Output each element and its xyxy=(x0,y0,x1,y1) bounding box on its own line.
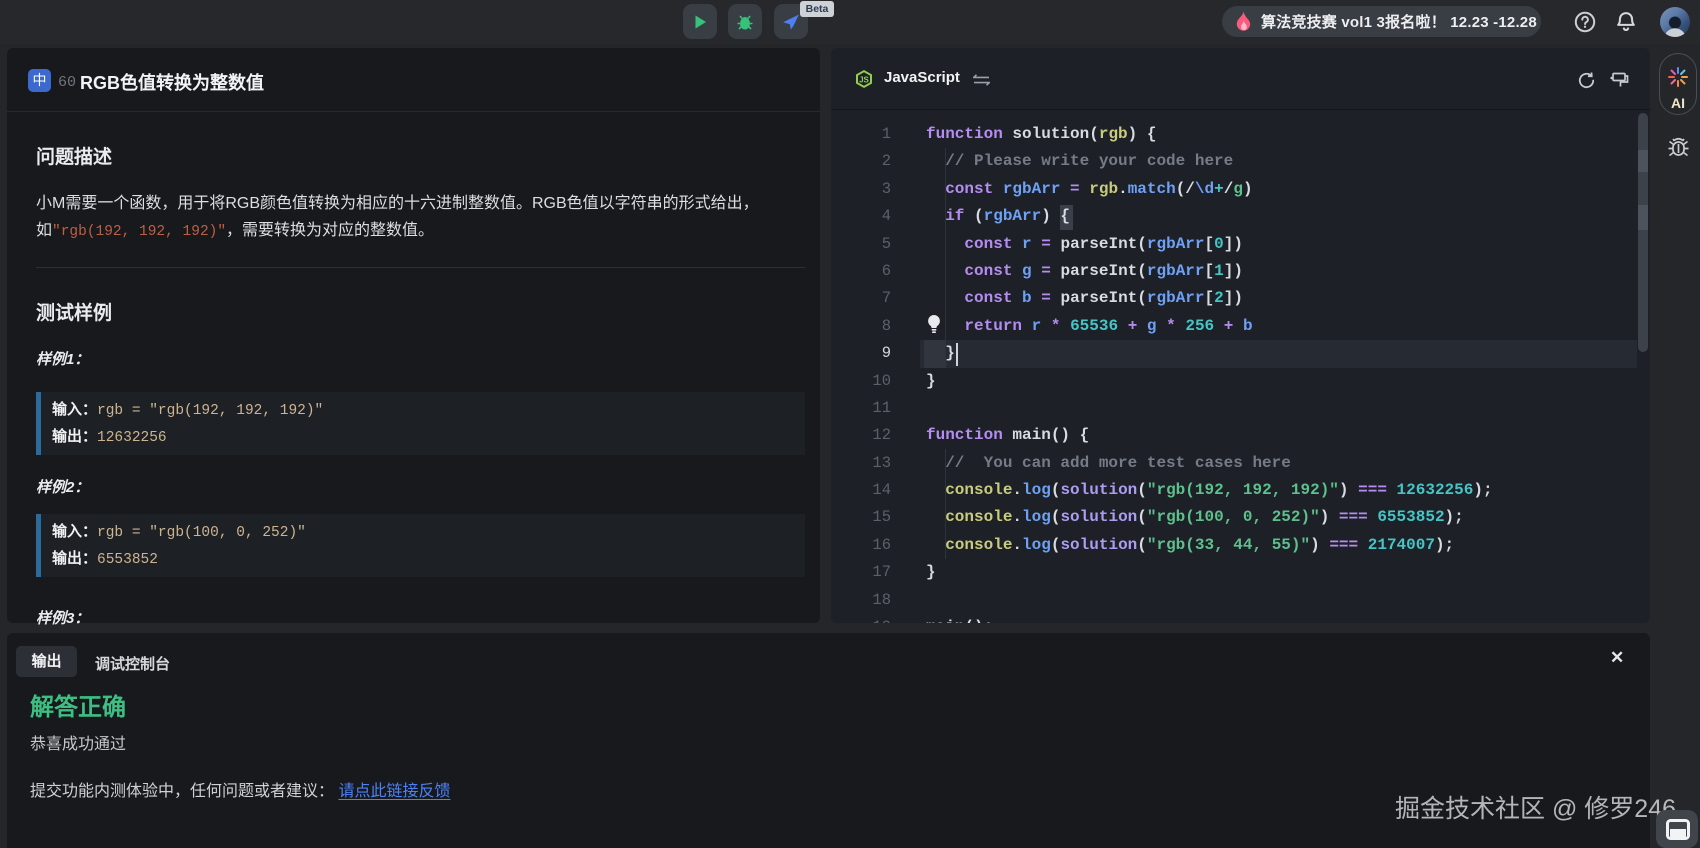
svg-text:JS: JS xyxy=(859,76,869,85)
